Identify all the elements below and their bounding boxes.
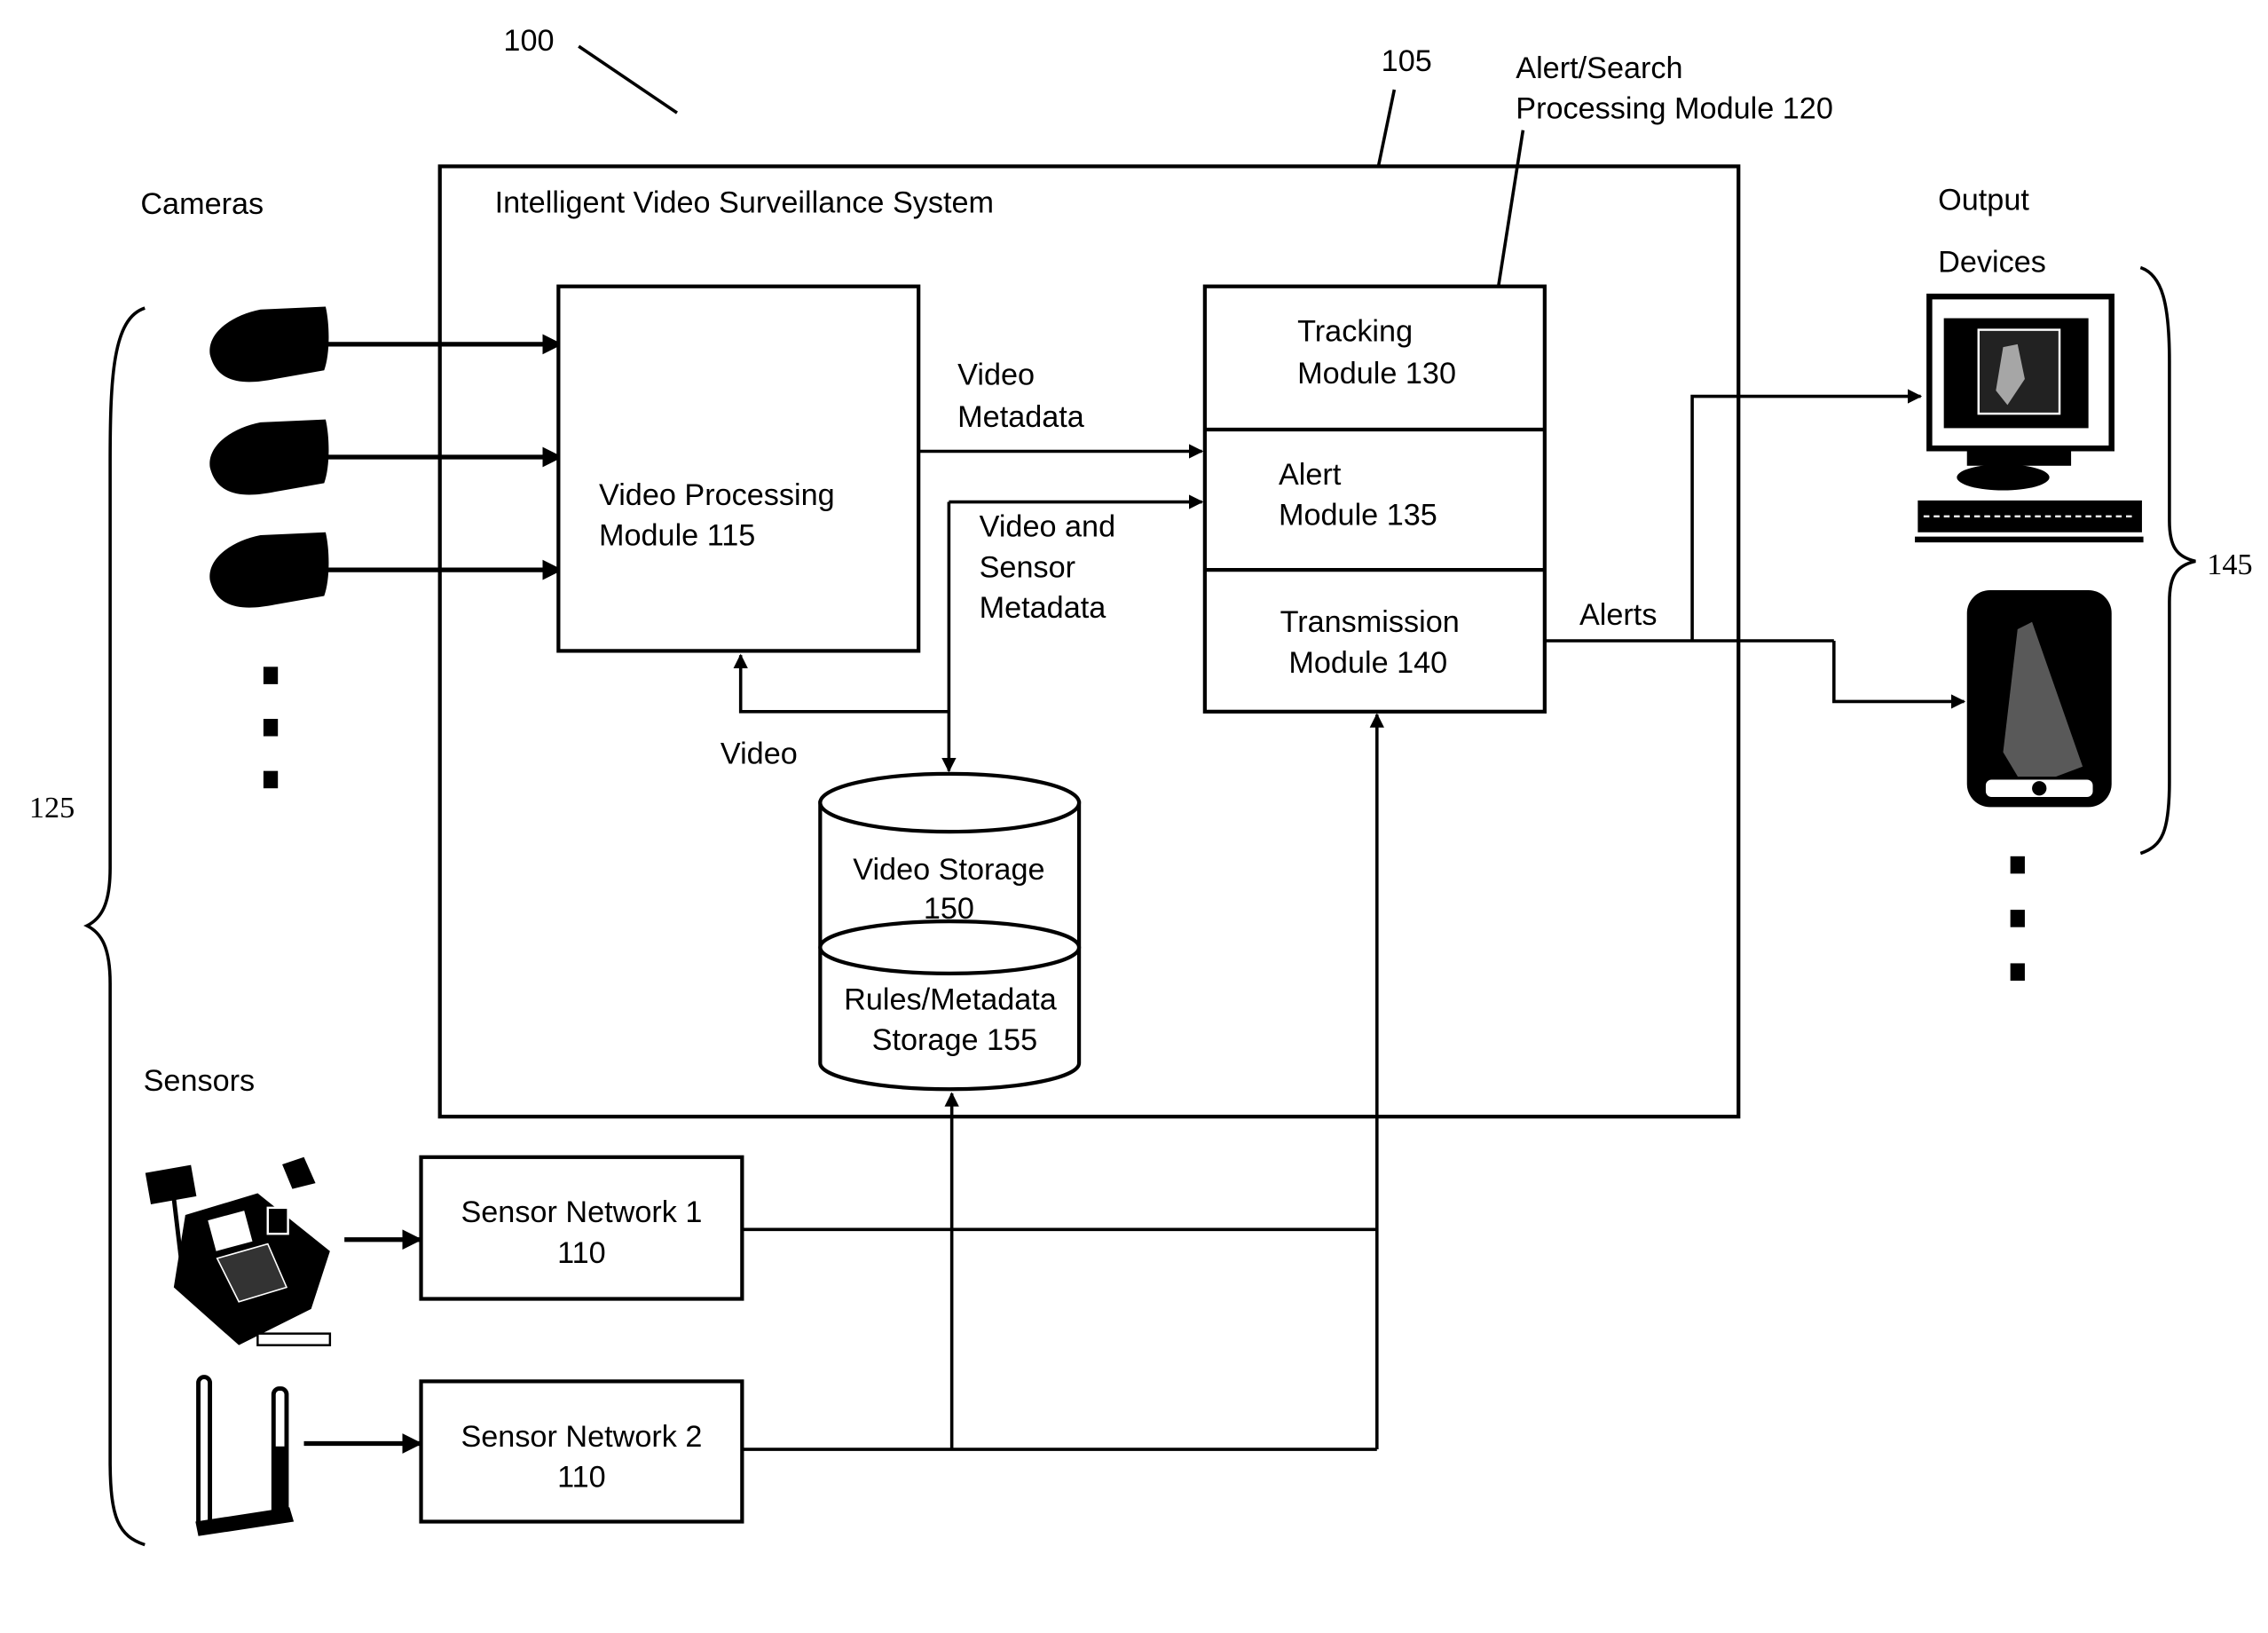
sensor-network-1-label-line1: Sensor Network 1 <box>461 1195 702 1229</box>
video-storage-label-line2: 150 <box>924 892 974 926</box>
sensor-network-2-label-line2: 110 <box>557 1460 606 1494</box>
pda-device-icon <box>1966 589 2112 808</box>
ref-100: 100 <box>503 24 554 58</box>
ref-105: 105 <box>1382 44 1432 78</box>
camera-icon <box>209 419 329 495</box>
camera-icon <box>209 306 329 383</box>
alert-module-label-line2: Module 135 <box>1279 499 1437 532</box>
rules-storage-label-line2: Storage 155 <box>872 1023 1037 1057</box>
video-sensor-metadata-label-line3: Metadata <box>980 591 1107 625</box>
tracking-module-label-line1: Tracking <box>1297 315 1413 349</box>
video-processing-label-line1: Video Processing <box>599 478 835 512</box>
output-devices-label-line2: Devices <box>1938 245 2046 279</box>
alert-search-label-line2: Processing Module 120 <box>1516 92 1833 126</box>
alert-module-label-line1: Alert <box>1279 458 1342 492</box>
video-processing-module <box>556 284 921 653</box>
transmission-module-label-line2: Module 140 <box>1288 646 1447 680</box>
alerts-to-pda-arrow <box>1832 640 1966 709</box>
outputs-brace <box>2139 265 2196 856</box>
tracking-module-label-line2: Module 130 <box>1297 357 1456 390</box>
sensors-label: Sensors <box>144 1064 256 1098</box>
video-flow-label: Video <box>721 738 798 771</box>
transmission-module-label-line1: Transmission <box>1280 605 1460 639</box>
alerts-to-computer-arrow <box>1690 389 1923 641</box>
video-playback-arrow <box>733 653 949 714</box>
computer-monitor-icon <box>1915 293 2144 543</box>
alerts-flow-label: Alerts <box>1579 598 1657 632</box>
sensor-network-2-label-line1: Sensor Network 2 <box>461 1420 702 1454</box>
video-metadata-label-line2: Metadata <box>957 400 1085 434</box>
sensor-network-1-label-line2: 110 <box>557 1236 606 1270</box>
leader-120 <box>1496 130 1525 287</box>
video-sensor-metadata-label-line2: Sensor <box>980 550 1075 584</box>
more-outputs-ellipsis <box>2010 856 2025 981</box>
output-devices-label-line1: Output <box>1938 183 2029 217</box>
ref-145: 145 <box>2207 548 2252 581</box>
surveillance-system-diagram: 100 105 Alert/Search Processing Module 1… <box>29 24 2253 1547</box>
security-gate-icon <box>195 1375 295 1536</box>
inputs-brace <box>83 306 146 1547</box>
alert-search-label-line1: Alert/Search <box>1516 51 1682 85</box>
ref-125: 125 <box>29 792 75 824</box>
system-title: Intelligent Video Surveillance System <box>495 186 994 220</box>
leader-100 <box>578 44 679 114</box>
cameras-label: Cameras <box>140 187 264 221</box>
video-metadata-label-line1: Video <box>957 359 1035 392</box>
more-cameras-ellipsis <box>263 667 279 789</box>
cash-register-icon <box>145 1156 332 1346</box>
video-sensor-metadata-label-line1: Video and <box>980 510 1116 544</box>
leader-105 <box>1376 89 1397 167</box>
video-processing-label-line2: Module 115 <box>599 518 755 552</box>
camera-icon <box>209 532 329 608</box>
video-storage-label-line1: Video Storage <box>853 853 1044 887</box>
rules-storage-label-line1: Rules/Metadata <box>844 983 1058 1017</box>
